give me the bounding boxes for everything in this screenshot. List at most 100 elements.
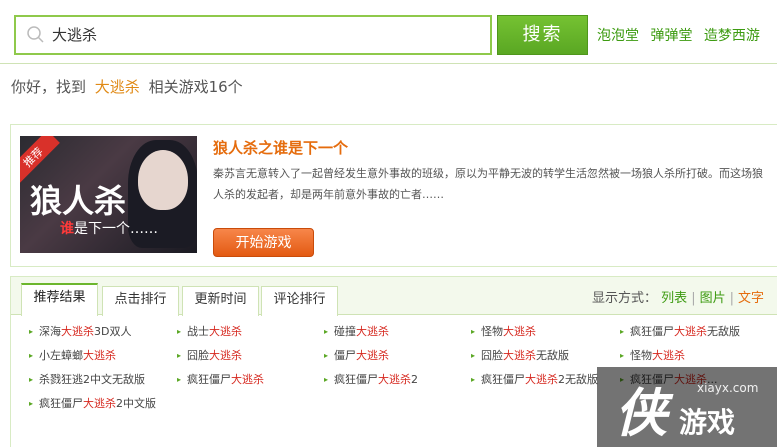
result-text: 碰撞	[334, 325, 357, 338]
result-text-suffix: 3D双人	[94, 325, 132, 338]
search-button[interactable]: 搜索	[497, 15, 588, 55]
result-text: 小左蟑螂	[39, 349, 84, 362]
result-text-suffix: 无敌版	[707, 325, 741, 338]
start-game-button[interactable]: 开始游戏	[213, 228, 314, 257]
tab-updated[interactable]: 更新时间	[182, 286, 259, 316]
view-mode-label: 显示方式：	[592, 291, 658, 306]
result-item[interactable]: ▸ 疯狂僵尸大逃杀无敌版	[620, 323, 740, 339]
featured-description: 秦苏言无意转入了一起曾经发生意外事故的班级，原以为平静无波的转学生活忽然被一场狼…	[213, 167, 763, 201]
result-keyword: 大逃杀	[503, 349, 537, 362]
result-summary: 你好，找到 大逃杀 相关游戏16个	[11, 76, 243, 97]
bullet-arrow-icon: ▸	[620, 327, 625, 336]
bullet-arrow-icon: ▸	[29, 399, 34, 408]
result-keyword: 大逃杀	[356, 325, 390, 338]
result-item[interactable]: ▸ 疯狂僵尸大逃杀2	[324, 371, 418, 387]
thumbnail-title: 狼人杀	[30, 182, 127, 220]
bullet-arrow-icon: ▸	[29, 327, 34, 336]
bullet-arrow-icon: ▸	[177, 375, 182, 384]
search-input[interactable]: 大逃杀	[52, 17, 97, 53]
result-item[interactable]: ▸ 疯狂僵尸大逃杀2无敌版	[471, 371, 598, 387]
result-text-suffix: 2中文版	[116, 397, 157, 410]
quick-link[interactable]: 泡泡堂	[597, 28, 639, 44]
summary-prefix: 你好，找到	[11, 78, 87, 96]
thumbnail-subtitle-rest: 是下一个……	[74, 221, 158, 237]
bullet-arrow-icon: ▸	[620, 351, 625, 360]
bullet-arrow-icon: ▸	[177, 351, 182, 360]
result-item[interactable]: ▸ 碰撞大逃杀	[324, 323, 389, 339]
result-item[interactable]: ▸ 疯狂僵尸大逃杀2中文版	[29, 395, 156, 411]
result-keyword: 大逃杀	[83, 397, 117, 410]
result-text: 囧脸	[187, 349, 210, 362]
result-text-suffix: 2无敌版	[558, 373, 599, 386]
result-keyword: 大逃杀	[674, 325, 708, 338]
result-text: 杀戮狂逃2中文无敌版	[39, 373, 146, 386]
bullet-arrow-icon: ▸	[471, 351, 476, 360]
result-keyword: 大逃杀	[525, 373, 559, 386]
watermark-text: 游戏	[679, 406, 736, 439]
bullet-arrow-icon: ▸	[29, 375, 34, 384]
result-keyword: 大逃杀	[503, 325, 537, 338]
bullet-arrow-icon: ▸	[324, 351, 329, 360]
thumbnail-subtitle-accent: 谁	[60, 221, 74, 237]
result-text: 疯狂僵尸	[39, 397, 84, 410]
featured-game-card: 推荐 狼人杀 谁是下一个…… 狼人杀之谁是下一个 秦苏言无意转入了一起曾经发生意…	[10, 124, 777, 267]
result-keyword: 大逃杀	[209, 325, 243, 338]
result-text: 囧脸	[481, 349, 504, 362]
result-keyword: 大逃杀	[652, 349, 686, 362]
view-images[interactable]: 图片	[700, 291, 726, 306]
result-item[interactable]: ▸ 杀戮狂逃2中文无敌版	[29, 371, 145, 387]
result-keyword: 大逃杀	[356, 349, 390, 362]
tab-recommended[interactable]: 推荐结果	[21, 283, 98, 316]
view-text[interactable]: 文字	[738, 291, 764, 306]
result-keyword: 大逃杀	[378, 373, 412, 386]
result-text-suffix: 2	[411, 373, 419, 386]
search-box[interactable]: 大逃杀	[14, 15, 492, 55]
result-text: 僵尸	[334, 349, 357, 362]
featured-thumbnail[interactable]: 推荐 狼人杀 谁是下一个……	[20, 136, 197, 253]
summary-keyword[interactable]: 大逃杀	[95, 78, 140, 96]
result-item[interactable]: ▸ 僵尸大逃杀	[324, 347, 389, 363]
result-keyword: 大逃杀	[209, 349, 243, 362]
result-text: 怪物	[630, 349, 653, 362]
result-item[interactable]: ▸ 怪物大逃杀	[471, 323, 536, 339]
character-face	[138, 150, 188, 210]
result-text-suffix: 无敌版	[536, 349, 570, 362]
result-item[interactable]: ▸ 战士大逃杀	[177, 323, 242, 339]
result-item[interactable]: ▸ 小左蟑螂大逃杀	[29, 347, 116, 363]
result-text: 怪物	[481, 325, 504, 338]
view-mode: 显示方式： 列表 | 图片 | 文字	[592, 291, 764, 306]
result-keyword: 大逃杀	[61, 325, 95, 338]
result-text: 战士	[187, 325, 210, 338]
bullet-arrow-icon: ▸	[29, 351, 34, 360]
search-bar: 大逃杀 搜索 泡泡堂 弹弹堂 造梦西游	[0, 0, 777, 64]
bullet-arrow-icon: ▸	[471, 375, 476, 384]
bullet-arrow-icon: ▸	[177, 327, 182, 336]
featured-title[interactable]: 狼人杀之谁是下一个	[213, 137, 348, 158]
result-text: 疯狂僵尸	[630, 325, 675, 338]
view-list[interactable]: 列表	[661, 291, 687, 306]
result-text: 疯狂僵尸	[334, 373, 379, 386]
result-keyword: 大逃杀	[83, 349, 117, 362]
tab-bar: 推荐结果 点击排行 更新时间 评论排行 显示方式： 列表 | 图片 | 文字	[11, 277, 777, 316]
tab-comments[interactable]: 评论排行	[261, 286, 338, 316]
thumbnail-subtitle: 谁是下一个……	[60, 218, 158, 238]
watermark-logo: 侠	[615, 383, 668, 444]
search-icon	[27, 26, 44, 43]
watermark-url: xiayx.com	[697, 381, 759, 395]
result-text: 深海	[39, 325, 62, 338]
result-text: 疯狂僵尸	[481, 373, 526, 386]
tab-clicks[interactable]: 点击排行	[102, 286, 179, 316]
quick-link[interactable]: 弹弹堂	[650, 28, 692, 44]
result-item[interactable]: ▸ 囧脸大逃杀无敌版	[471, 347, 569, 363]
summary-suffix: 相关游戏16个	[148, 78, 243, 96]
quick-links: 泡泡堂 弹弹堂 造梦西游	[597, 25, 767, 45]
result-item[interactable]: ▸ 囧脸大逃杀	[177, 347, 242, 363]
quick-link[interactable]: 造梦西游	[704, 28, 760, 44]
bullet-arrow-icon: ▸	[324, 375, 329, 384]
bullet-arrow-icon: ▸	[324, 327, 329, 336]
result-item[interactable]: ▸ 疯狂僵尸大逃杀	[177, 371, 264, 387]
result-item[interactable]: ▸ 怪物大逃杀	[620, 347, 685, 363]
site-watermark: 侠 xiayx.com 游戏	[597, 367, 777, 447]
result-item[interactable]: ▸ 深海大逃杀3D双人	[29, 323, 131, 339]
result-text: 疯狂僵尸	[187, 373, 232, 386]
